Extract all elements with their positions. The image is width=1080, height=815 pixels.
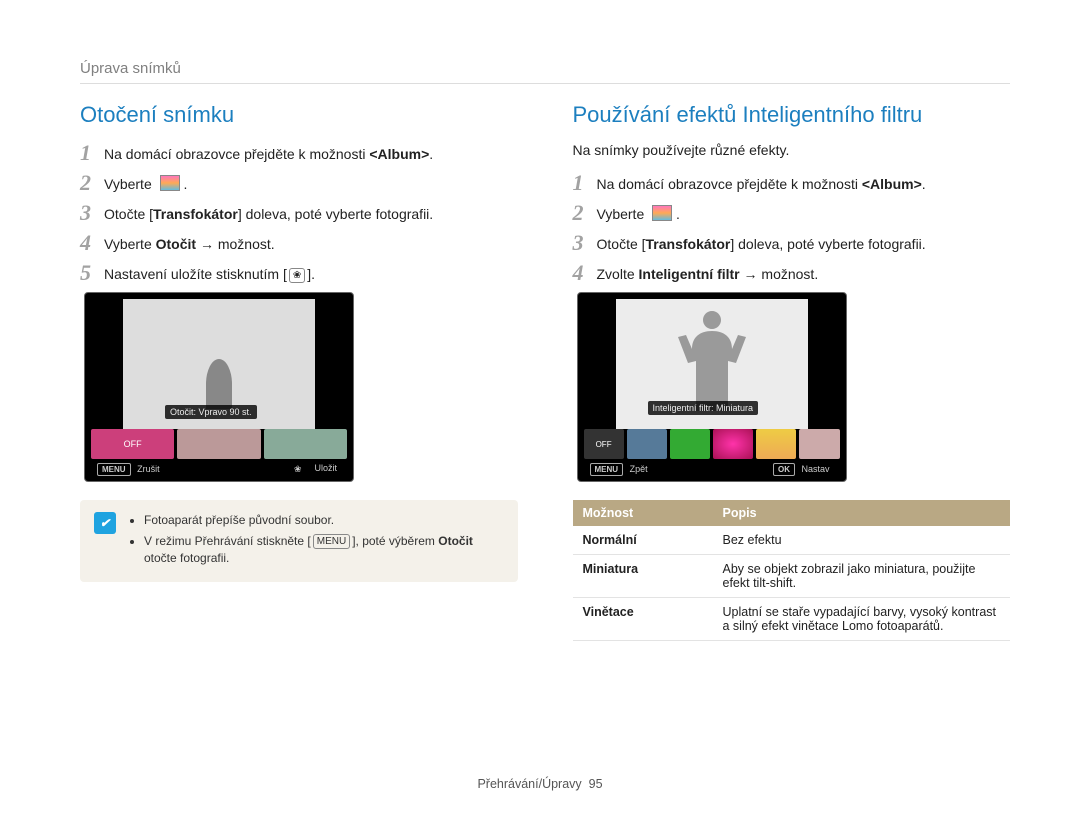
left-step-1: 1 Na domácí obrazovce přejděte k možnost… xyxy=(80,142,518,164)
right-step-3: 3 Otočte [Transfokátor] doleva, poté vyb… xyxy=(573,232,1011,254)
cam-thumbnail-strip: OFF xyxy=(584,429,840,459)
left-step-2: 2 Vyberte . xyxy=(80,172,518,194)
bold: Transfokátor xyxy=(646,236,731,252)
cam-thumbnail-strip: OFF xyxy=(91,429,347,459)
cam-save-label: ❀ Uložit xyxy=(286,462,345,477)
cam-cancel-label: MENU Zrušit xyxy=(93,462,168,477)
right-step-2: 2 Vyberte . xyxy=(573,202,1011,224)
bold: Otočit xyxy=(156,236,196,252)
cam-back-label: MENU Zpět xyxy=(586,462,656,477)
left-heading: Otočení snímku xyxy=(80,102,518,128)
info-note-box: ✔ Fotoaparát přepíše původní soubor. V r… xyxy=(80,500,518,582)
cam-set-label: OK Nastav xyxy=(769,462,838,477)
bold: <Album> xyxy=(862,176,922,192)
text: Nastavení uložíte stisknutím [ xyxy=(104,266,287,282)
step-number: 3 xyxy=(80,202,104,224)
person-silhouette xyxy=(676,311,748,411)
step-number: 1 xyxy=(573,172,597,194)
text: . xyxy=(922,176,926,192)
camera-screenshot-rotate: Otočit: Vpravo 90 st. OFF MENU Zrušit ❀ … xyxy=(84,292,354,482)
menu-key-icon: MENU xyxy=(590,463,624,476)
step-number: 4 xyxy=(573,262,597,284)
left-column: Otočení snímku 1 Na domácí obrazovce pře… xyxy=(80,102,518,641)
info-item-2: V režimu Přehrávání stiskněte [MENU], po… xyxy=(144,533,504,567)
step-text: Nastavení uložíte stisknutím [❀]. xyxy=(104,262,315,283)
camera-screenshot-filter: Inteligentní filtr: Miniatura OFF MENU Z… xyxy=(577,292,847,482)
step-text: Vyberte . xyxy=(104,172,187,193)
step-text: Na domácí obrazovce přejděte k možnosti … xyxy=(597,172,926,193)
step-number: 2 xyxy=(80,172,104,194)
text: ] doleva, poté vyberte fotografii. xyxy=(238,206,433,222)
step-text: Otočte [Transfokátor] doleva, poté vyber… xyxy=(597,232,926,253)
text: Otočte [ xyxy=(104,206,153,222)
text: ] doleva, poté vyberte fotografii. xyxy=(730,236,925,252)
opt-desc: Uplatní se staře vypadající barvy, vysok… xyxy=(713,598,1011,641)
table-row: Normální Bez efektu xyxy=(573,526,1011,555)
text: Zvolte xyxy=(597,266,639,282)
bold: Otočit xyxy=(438,534,473,548)
text: Vyberte xyxy=(597,206,645,222)
step-number: 4 xyxy=(80,232,104,254)
menu-key-icon: MENU xyxy=(97,463,131,476)
info-icon: ✔ xyxy=(94,512,116,534)
text: → možnost. xyxy=(196,236,275,252)
edit-photo-icon xyxy=(160,175,180,191)
page-number: 95 xyxy=(589,777,603,791)
info-item-1: Fotoaparát přepíše původní soubor. xyxy=(144,512,504,529)
ok-key-icon: OK xyxy=(773,463,795,476)
intro-text: Na snímky používejte různé efekty. xyxy=(573,142,1011,158)
right-step-4: 4 Zvolte Inteligentní filtr → možnost. xyxy=(573,262,1011,284)
step-text: Na domácí obrazovce přejděte k možnosti … xyxy=(104,142,433,163)
left-step-5: 5 Nastavení uložíte stisknutím [❀]. xyxy=(80,262,518,284)
cam-setting-label: Otočit: Vpravo 90 st. xyxy=(165,405,257,419)
step-number: 1 xyxy=(80,142,104,164)
menu-key-icon: MENU xyxy=(313,534,350,549)
info-list: Fotoaparát přepíše původní soubor. V rež… xyxy=(128,512,504,570)
right-column: Používání efektů Inteligentního filtru N… xyxy=(573,102,1011,641)
text: → možnost. xyxy=(740,266,819,282)
macro-flower-icon: ❀ xyxy=(289,268,305,283)
text: ]. xyxy=(307,266,315,282)
person-silhouette xyxy=(206,359,232,409)
step-text: Otočte [Transfokátor] doleva, poté vyber… xyxy=(104,202,433,223)
text: Otočte [ xyxy=(597,236,646,252)
step-text: Zvolte Inteligentní filtr → možnost. xyxy=(597,262,819,283)
left-step-4: 4 Vyberte Otočit → možnost. xyxy=(80,232,518,254)
opt-name: Normální xyxy=(573,526,713,555)
bold: <Album> xyxy=(369,146,429,162)
options-table: Možnost Popis Normální Bez efektu Miniat… xyxy=(573,500,1011,641)
step-number: 5 xyxy=(80,262,104,284)
text: Na domácí obrazovce přejděte k možnosti xyxy=(104,146,369,162)
right-step-1: 1 Na domácí obrazovce přejděte k možnost… xyxy=(573,172,1011,194)
text: . xyxy=(429,146,433,162)
text: Vyberte xyxy=(104,236,156,252)
opt-name: Miniatura xyxy=(573,555,713,598)
th-option: Možnost xyxy=(573,500,713,526)
footer-section: Přehrávání/Úpravy xyxy=(477,777,581,791)
bold: Inteligentní filtr xyxy=(639,266,740,282)
cam-setting-label: Inteligentní filtr: Miniatura xyxy=(648,401,759,415)
table-row: Miniatura Aby se objekt zobrazil jako mi… xyxy=(573,555,1011,598)
step-number: 2 xyxy=(573,202,597,224)
text: Na domácí obrazovce přejděte k možnosti xyxy=(597,176,862,192)
table-row: Vinětace Uplatní se staře vypadající bar… xyxy=(573,598,1011,641)
thumb-off: OFF xyxy=(91,429,174,459)
opt-desc: Aby se objekt zobrazil jako miniatura, p… xyxy=(713,555,1011,598)
left-step-3: 3 Otočte [Transfokátor] doleva, poté vyb… xyxy=(80,202,518,224)
opt-desc: Bez efektu xyxy=(713,526,1011,555)
step-text: Vyberte Otočit → možnost. xyxy=(104,232,275,253)
edit-photo-icon xyxy=(652,205,672,221)
thumb-off: OFF xyxy=(584,429,624,459)
th-desc: Popis xyxy=(713,500,1011,526)
breadcrumb: Úprava snímků xyxy=(80,60,1010,84)
step-text: Vyberte . xyxy=(597,202,680,223)
step-number: 3 xyxy=(573,232,597,254)
opt-name: Vinětace xyxy=(573,598,713,641)
text: Vyberte xyxy=(104,176,152,192)
page-footer: Přehrávání/Úpravy 95 xyxy=(0,777,1080,791)
bold: Transfokátor xyxy=(153,206,238,222)
right-heading: Používání efektů Inteligentního filtru xyxy=(573,102,1011,128)
